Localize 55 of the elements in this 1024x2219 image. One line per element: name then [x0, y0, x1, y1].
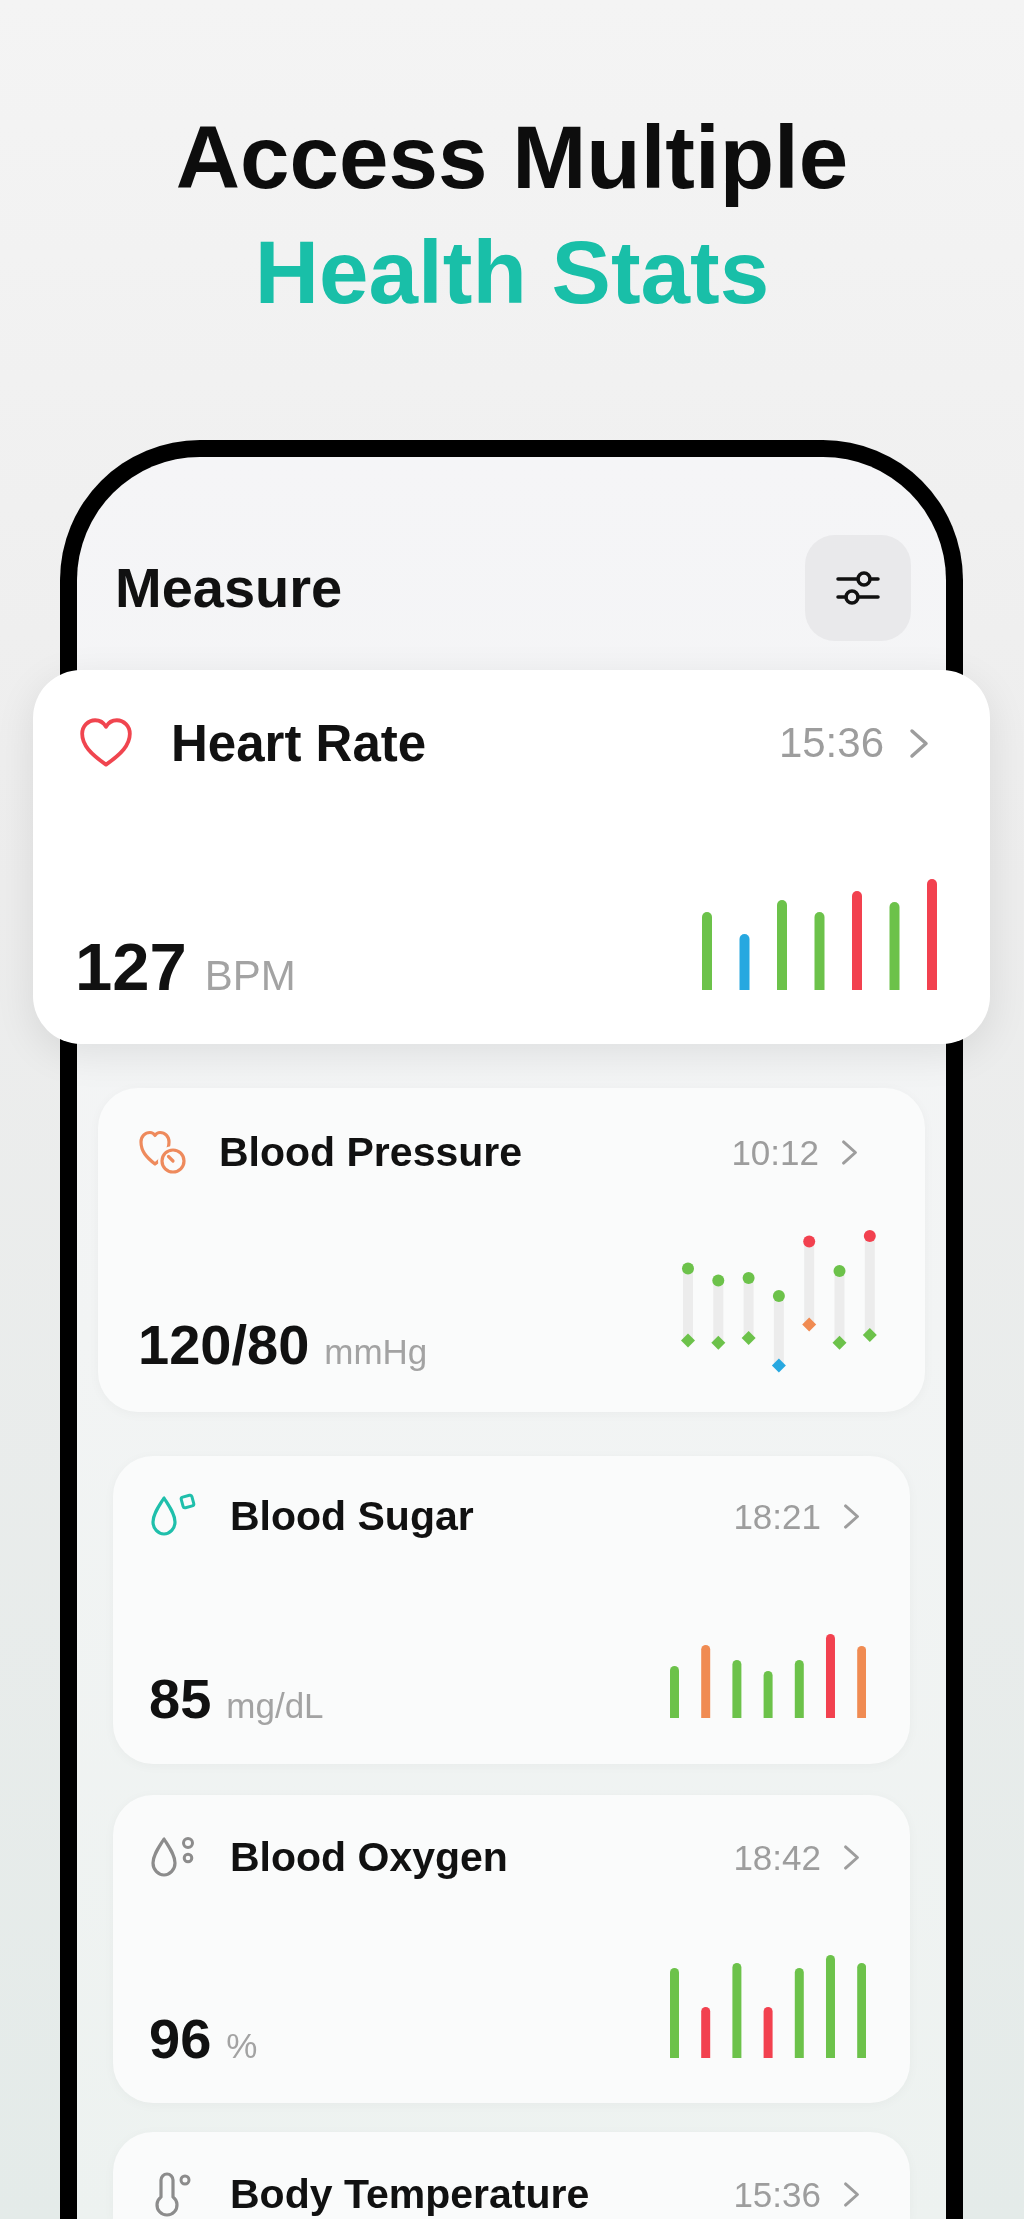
- chart-diamond: [772, 1358, 787, 1373]
- chart-bar: [669, 1666, 679, 1718]
- card-time: 18:42: [733, 1839, 821, 1875]
- reading-value: 120/80: [138, 1317, 310, 1373]
- chart-diamond: [832, 1335, 847, 1350]
- chart-dot: [803, 1235, 816, 1248]
- reading-value: 96: [149, 2011, 212, 2067]
- chart-dot: [833, 1265, 846, 1277]
- chart-diamond: [681, 1333, 696, 1348]
- screen-title: Measure: [115, 560, 343, 616]
- card-time: 15:36: [733, 2176, 821, 2212]
- card-title: Blood Pressure: [219, 1131, 523, 1173]
- reading-unit: %: [226, 2028, 258, 2063]
- reading-unit: mmHg: [324, 1334, 428, 1369]
- reading-unit: BPM: [204, 955, 296, 997]
- card-title: Body Temperature: [230, 2173, 590, 2215]
- chart-dot: [742, 1272, 755, 1284]
- chart-bar: [794, 1660, 804, 1718]
- chevron-right-icon: [843, 2180, 860, 2208]
- chevron-right-icon: [843, 1843, 860, 1871]
- chart-diamond: [863, 1328, 877, 1342]
- chart-diamond: [711, 1335, 726, 1350]
- chart-bar: [701, 2007, 710, 2058]
- chart-bar: [857, 1646, 866, 1718]
- chevron-right-icon: [843, 1502, 860, 1530]
- chart-diamond: [802, 1317, 817, 1332]
- measurement-card[interactable]: Heart Rate 15:36 127 BPM: [33, 670, 990, 1044]
- card-title: Blood Sugar: [230, 1495, 474, 1537]
- chart-bar: [732, 1660, 742, 1718]
- card-time: 10:12: [731, 1134, 819, 1170]
- reading-value: 85: [149, 1671, 212, 1727]
- reading-value: 127: [75, 933, 187, 1000]
- headline-highlight: Health Stats: [254, 221, 770, 324]
- chart-dot: [712, 1274, 725, 1287]
- sliders-icon: [836, 568, 880, 608]
- chart-diamond: [741, 1331, 756, 1345]
- chevron-right-icon: [841, 1138, 858, 1166]
- chart-bar: [739, 934, 750, 990]
- chart-bar: [763, 1671, 773, 1718]
- measurement-card[interactable]: Blood Sugar 18:21 85 mg/dL: [113, 1456, 910, 1764]
- card-title: Heart Rate: [171, 717, 427, 769]
- measurement-card[interactable]: Body Temperature 15:36: [113, 2132, 910, 2219]
- reading-unit: mg/dL: [226, 1688, 324, 1723]
- card-time: 18:21: [733, 1498, 821, 1534]
- chart-dot: [682, 1262, 695, 1275]
- card-time: 15:36: [778, 722, 884, 764]
- measurement-card[interactable]: Blood Pressure 10:12 120/80 mmHg: [98, 1088, 925, 1412]
- card-title: Blood Oxygen: [230, 1836, 508, 1878]
- chart-dot: [773, 1290, 786, 1302]
- chart-dot: [864, 1230, 876, 1242]
- filter-button[interactable]: [805, 535, 911, 641]
- headline: Access Multiple: [175, 106, 849, 209]
- measurement-card[interactable]: Blood Oxygen 18:42 96 %: [113, 1795, 910, 2103]
- chevron-right-icon: [909, 727, 929, 759]
- chart-bar: [763, 2007, 773, 2058]
